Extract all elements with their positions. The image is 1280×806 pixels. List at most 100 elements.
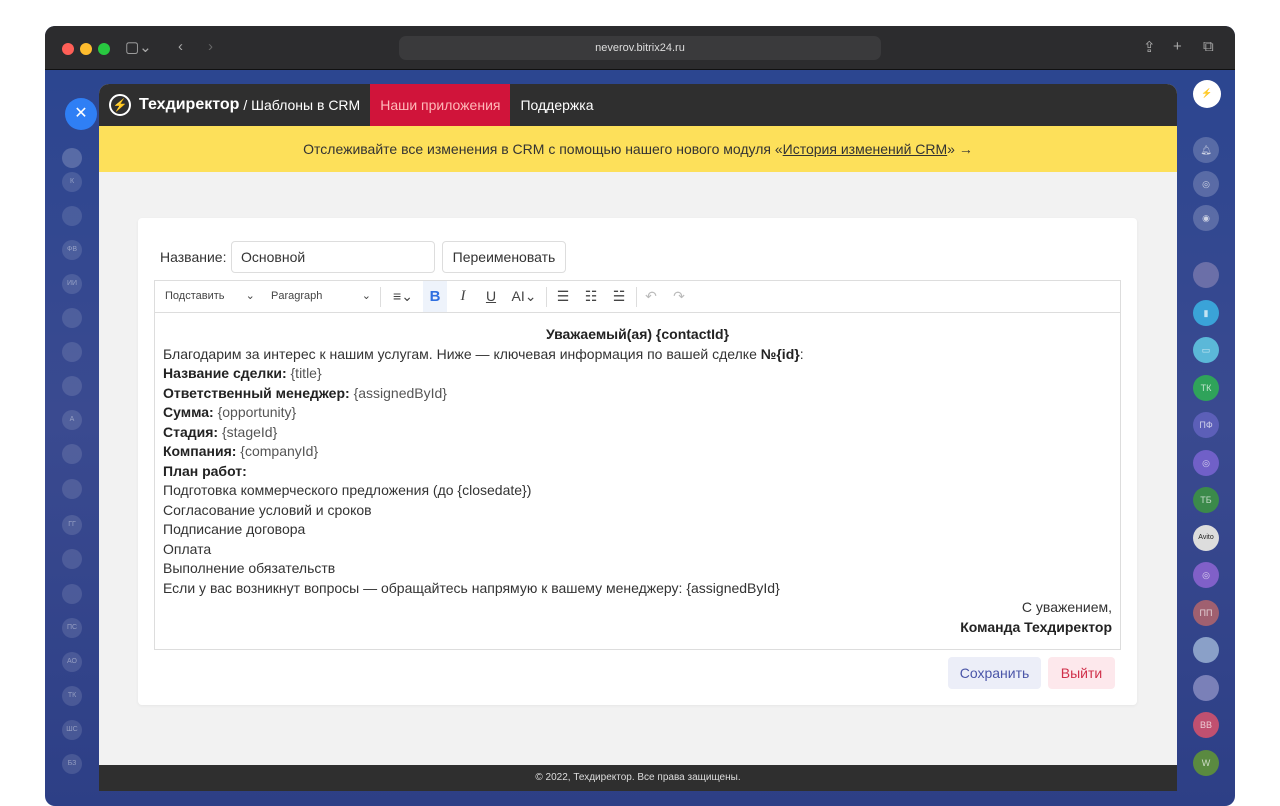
sidebar-item[interactable]: А [62, 410, 82, 430]
calendar-icon[interactable] [62, 479, 82, 499]
banner-text: Отслеживайте все изменения в CRM с помощ… [303, 141, 783, 157]
zoom-window-button[interactable] [98, 43, 110, 55]
tasks-icon[interactable] [62, 308, 82, 328]
plan-item: Оплата [163, 540, 212, 557]
bullet-list-icon[interactable]: ☰ [551, 281, 575, 312]
monitor-icon[interactable] [62, 549, 82, 569]
sidebar-item[interactable]: ФВ [62, 240, 82, 260]
contact-tb[interactable]: ТБ [1193, 487, 1219, 513]
divider [380, 287, 381, 307]
template-card: Название: Переименовать Подставить ⌄ Par… [138, 218, 1137, 705]
message-icon[interactable]: ▭ [1193, 337, 1219, 363]
hexagon-icon[interactable] [62, 444, 82, 464]
plan-item: Выполнение обязательств [163, 560, 336, 576]
sidebar-toggle-icon[interactable]: ▢⌄ [125, 38, 152, 56]
block-type-dropdown[interactable]: Paragraph ⌄ [271, 281, 371, 312]
avatar[interactable] [1193, 262, 1219, 288]
field-value: {assignedById} [353, 384, 447, 401]
name-input[interactable] [231, 241, 435, 273]
exit-button[interactable]: Выйти [1048, 657, 1115, 689]
editor-content[interactable]: Уважаемый(ая) {contactId} Благодарим за … [155, 313, 1120, 649]
minimize-window-button[interactable] [80, 43, 92, 55]
closing-text: Если у вас возникнут вопросы — обращайте… [163, 579, 780, 596]
sidebar-item[interactable]: ПС [62, 618, 82, 638]
url-text: neverov.bitrix24.ru [595, 42, 685, 54]
doc-icon[interactable] [62, 342, 82, 362]
tabs-overview-icon[interactable]: ⧉ [1203, 38, 1214, 55]
intro-end: : [799, 345, 804, 362]
brand-name[interactable]: Техдиректор [139, 96, 239, 114]
back-icon[interactable]: ‹ [178, 38, 183, 55]
field-label: Ответственный менеджер: [163, 384, 350, 401]
store-icon[interactable] [62, 584, 82, 604]
rename-button[interactable]: Переименовать [442, 241, 566, 273]
underline-button[interactable]: U [479, 281, 503, 312]
contact-w[interactable]: W [1193, 750, 1219, 776]
numbered-list-icon[interactable]: ☷ [579, 281, 603, 312]
browser-toolbar: ▢⌄ ‹ › neverov.bitrix24.ru ⇪ + ⧉ [45, 26, 1235, 70]
avito-icon[interactable]: Avito [1193, 525, 1219, 551]
field-label: Компания: [163, 443, 237, 459]
insert-dropdown[interactable]: Подставить ⌄ [165, 281, 255, 312]
field-label: Сумма: [163, 404, 214, 420]
sidebar-item[interactable]: ИИ [62, 274, 82, 294]
sidebar-item[interactable]: ГГ [62, 515, 82, 535]
nav-our-apps[interactable]: Наши приложения [370, 84, 511, 126]
sidebar-item[interactable]: АО [62, 652, 82, 672]
left-sidebar: К ФВ ИИ А ГГ ПС АО ТК ШС БЗ [45, 70, 100, 806]
right-sidebar: ⚡ 🔔︎ ◎ ◉ ▮ ▭ ТК ПФ ◎ ТБ Avito ◎ ПП ВВ W [1177, 70, 1235, 806]
openline-icon[interactable]: ◎ [1193, 450, 1219, 476]
deal-id: №{id} [760, 345, 800, 362]
contact-vv[interactable]: ВВ [1193, 712, 1219, 738]
banner-link[interactable]: История изменений CRM [783, 141, 948, 157]
regards: С уважением, [1021, 599, 1112, 615]
sidebar-item[interactable]: ТК [62, 686, 82, 706]
contact-pf[interactable]: ПФ [1193, 412, 1219, 438]
forward-icon[interactable]: › [208, 38, 213, 55]
sidebar-item[interactable]: БЗ [62, 754, 82, 774]
intro-text: Благодарим за интерес к нашим услугам. Н… [163, 345, 761, 362]
avatar[interactable] [1193, 675, 1219, 701]
redo-icon[interactable]: ↷ [667, 281, 691, 312]
share-icon[interactable]: ⇪ [1143, 38, 1156, 56]
nav-support[interactable]: Поддержка [510, 84, 603, 126]
rich-text-editor: Подставить ⌄ Paragraph ⌄ ≡⌄ B I U AI⌄ ☰ ☷… [154, 280, 1121, 650]
field-label: Название сделки: [163, 365, 287, 381]
sidebar-item[interactable]: К [62, 172, 82, 192]
font-size-dropdown[interactable]: AI⌄ [507, 281, 541, 312]
footer: © 2022, Техдиректор. Все права защищены. [99, 765, 1177, 791]
bookmark-icon[interactable]: ▮ [1193, 300, 1219, 326]
bold-button[interactable]: B [423, 281, 447, 312]
avatar[interactable] [1193, 637, 1219, 663]
insert-label: Подставить [165, 290, 225, 302]
chat-icon[interactable] [62, 206, 82, 226]
sidebar-filter-icon[interactable] [62, 148, 82, 168]
field-value: {opportunity} [217, 404, 297, 420]
app-header: ⚡ Техдиректор / Шаблоны в CRM Наши прило… [99, 84, 1177, 126]
font-size-label: AI [511, 288, 525, 304]
signature: Команда Техдиректор [960, 618, 1112, 635]
contact-tk[interactable]: ТК [1193, 375, 1219, 401]
align-icon[interactable]: ≡⌄ [387, 281, 419, 312]
close-slider-button[interactable]: ✕ [65, 98, 97, 130]
field-value: {title} [290, 365, 322, 381]
app-lightning-icon[interactable]: ⚡ [1193, 80, 1221, 108]
openlines-icon[interactable]: ◎ [1193, 171, 1219, 197]
italic-button[interactable]: I [451, 281, 475, 312]
address-bar[interactable]: neverov.bitrix24.ru [399, 36, 881, 60]
chevron-down-icon: ⌄ [245, 290, 255, 302]
close-window-button[interactable] [62, 43, 74, 55]
new-tab-icon[interactable]: + [1173, 38, 1182, 55]
chevron-down-icon: ⌄ [361, 290, 371, 302]
contact-pp[interactable]: ПП [1193, 600, 1219, 626]
openline-icon[interactable]: ◎ [1193, 562, 1219, 588]
plan-label: План работ: [163, 462, 247, 479]
todo-list-icon[interactable]: ☱ [607, 281, 631, 312]
chat-icon[interactable]: ◉ [1193, 205, 1219, 231]
sidebar-item[interactable]: ШС [62, 720, 82, 740]
app-slider: ⚡ Техдиректор / Шаблоны в CRM Наши прило… [99, 84, 1177, 791]
pen-icon[interactable] [62, 376, 82, 396]
save-button[interactable]: Сохранить [948, 657, 1041, 689]
undo-icon[interactable]: ↶ [639, 281, 663, 312]
bell-icon[interactable]: 🔔︎ [1193, 137, 1219, 163]
